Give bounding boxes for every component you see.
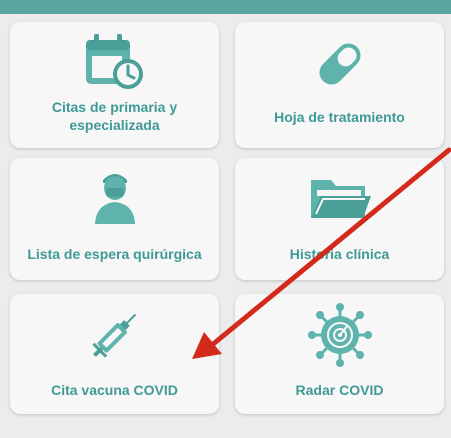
tile-label: Radar COVID <box>295 382 384 398</box>
tile-label: Cita vacuna COVID <box>51 382 178 398</box>
calendar-clock-icon <box>85 34 143 89</box>
tile-cita-vacuna-covid[interactable]: Cita vacuna COVID <box>10 294 219 414</box>
syringe-icon <box>91 313 136 358</box>
tile-label: Hoja de tratamiento <box>274 109 405 125</box>
surgeon-icon <box>94 174 135 224</box>
virus-icon <box>307 303 372 367</box>
tile-citas[interactable]: Citas de primaria y especializada <box>10 22 219 148</box>
folder-icon <box>310 180 371 218</box>
tile-lista-espera[interactable]: Lista de espera quirúrgica <box>10 158 219 280</box>
services-grid: Citas de primaria y especializada Hoja d… <box>0 0 451 438</box>
tile-label: Citas de primaria y especializada <box>51 99 178 133</box>
tile-label: Historia clínica <box>289 246 390 262</box>
tile-historia-clinica[interactable]: Historia clínica <box>235 158 444 280</box>
tile-hoja-tratamiento[interactable]: Hoja de tratamiento <box>235 22 444 148</box>
tile-radar-covid[interactable]: Radar COVID <box>235 294 444 414</box>
pill-icon <box>319 43 360 85</box>
tile-label: Lista de espera quirúrgica <box>27 246 202 262</box>
